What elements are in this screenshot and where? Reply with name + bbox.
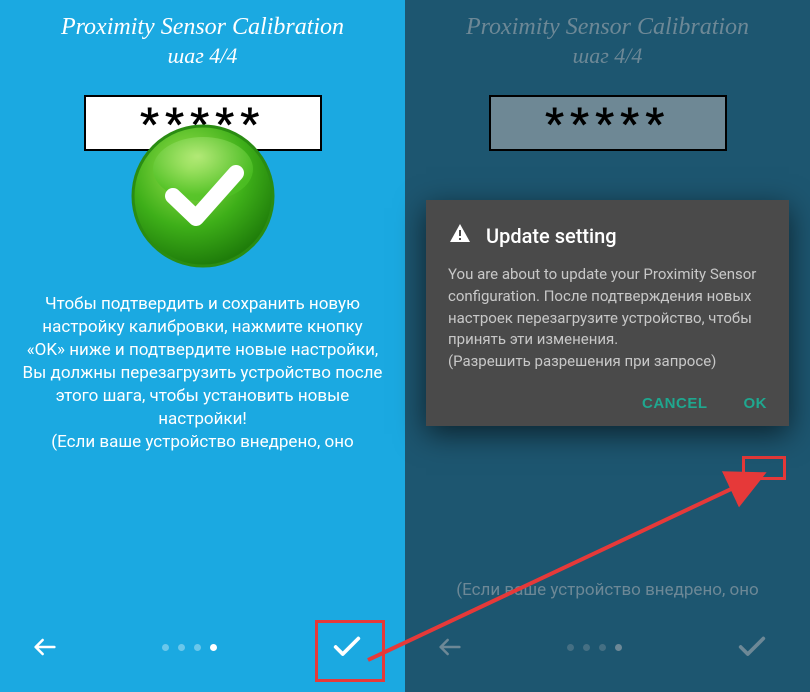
bottom-nav: [405, 620, 810, 674]
bottom-nav: [0, 620, 405, 674]
page-title: Proximity Sensor Calibration: [466, 14, 749, 41]
dot: [162, 644, 169, 651]
dialog-body: You are about to update your Proximity S…: [448, 264, 767, 373]
page-title: Proximity Sensor Calibration: [61, 14, 344, 41]
cancel-button[interactable]: CANCEL: [642, 395, 708, 412]
dot: [194, 644, 201, 651]
step-indicator: шаг 4/4: [168, 43, 238, 69]
warning-icon: [448, 222, 472, 250]
dot: [599, 644, 606, 651]
dot-active: [210, 644, 217, 651]
annotation-highlight-ok: [742, 456, 786, 480]
dot-active: [615, 644, 622, 651]
page-dots: [567, 644, 622, 651]
ok-button[interactable]: OK: [744, 395, 768, 412]
dot: [567, 644, 574, 651]
instruction-text: Чтобы подтвердить и сохранить новую наст…: [0, 293, 405, 454]
back-button[interactable]: [435, 632, 465, 662]
update-setting-dialog: Update setting You are about to update y…: [426, 200, 789, 426]
dialog-actions: CANCEL OK: [448, 395, 767, 412]
confirm-button[interactable]: [724, 620, 780, 674]
dot: [178, 644, 185, 651]
screen-right: Proximity Sensor Calibration шаг 4/4 ***…: [405, 0, 810, 692]
password-display: *****: [489, 95, 727, 151]
success-check-icon: [128, 121, 278, 271]
back-button[interactable]: [30, 632, 60, 662]
dot: [583, 644, 590, 651]
instruction-text: (Если ваше устройство внедрено, оно: [405, 579, 810, 602]
screen-left: Proximity Sensor Calibration шаг 4/4 ***…: [0, 0, 405, 692]
page-dots: [162, 644, 217, 651]
step-indicator: шаг 4/4: [573, 43, 643, 69]
confirm-button[interactable]: [319, 620, 375, 674]
dialog-title: Update setting: [486, 224, 617, 248]
